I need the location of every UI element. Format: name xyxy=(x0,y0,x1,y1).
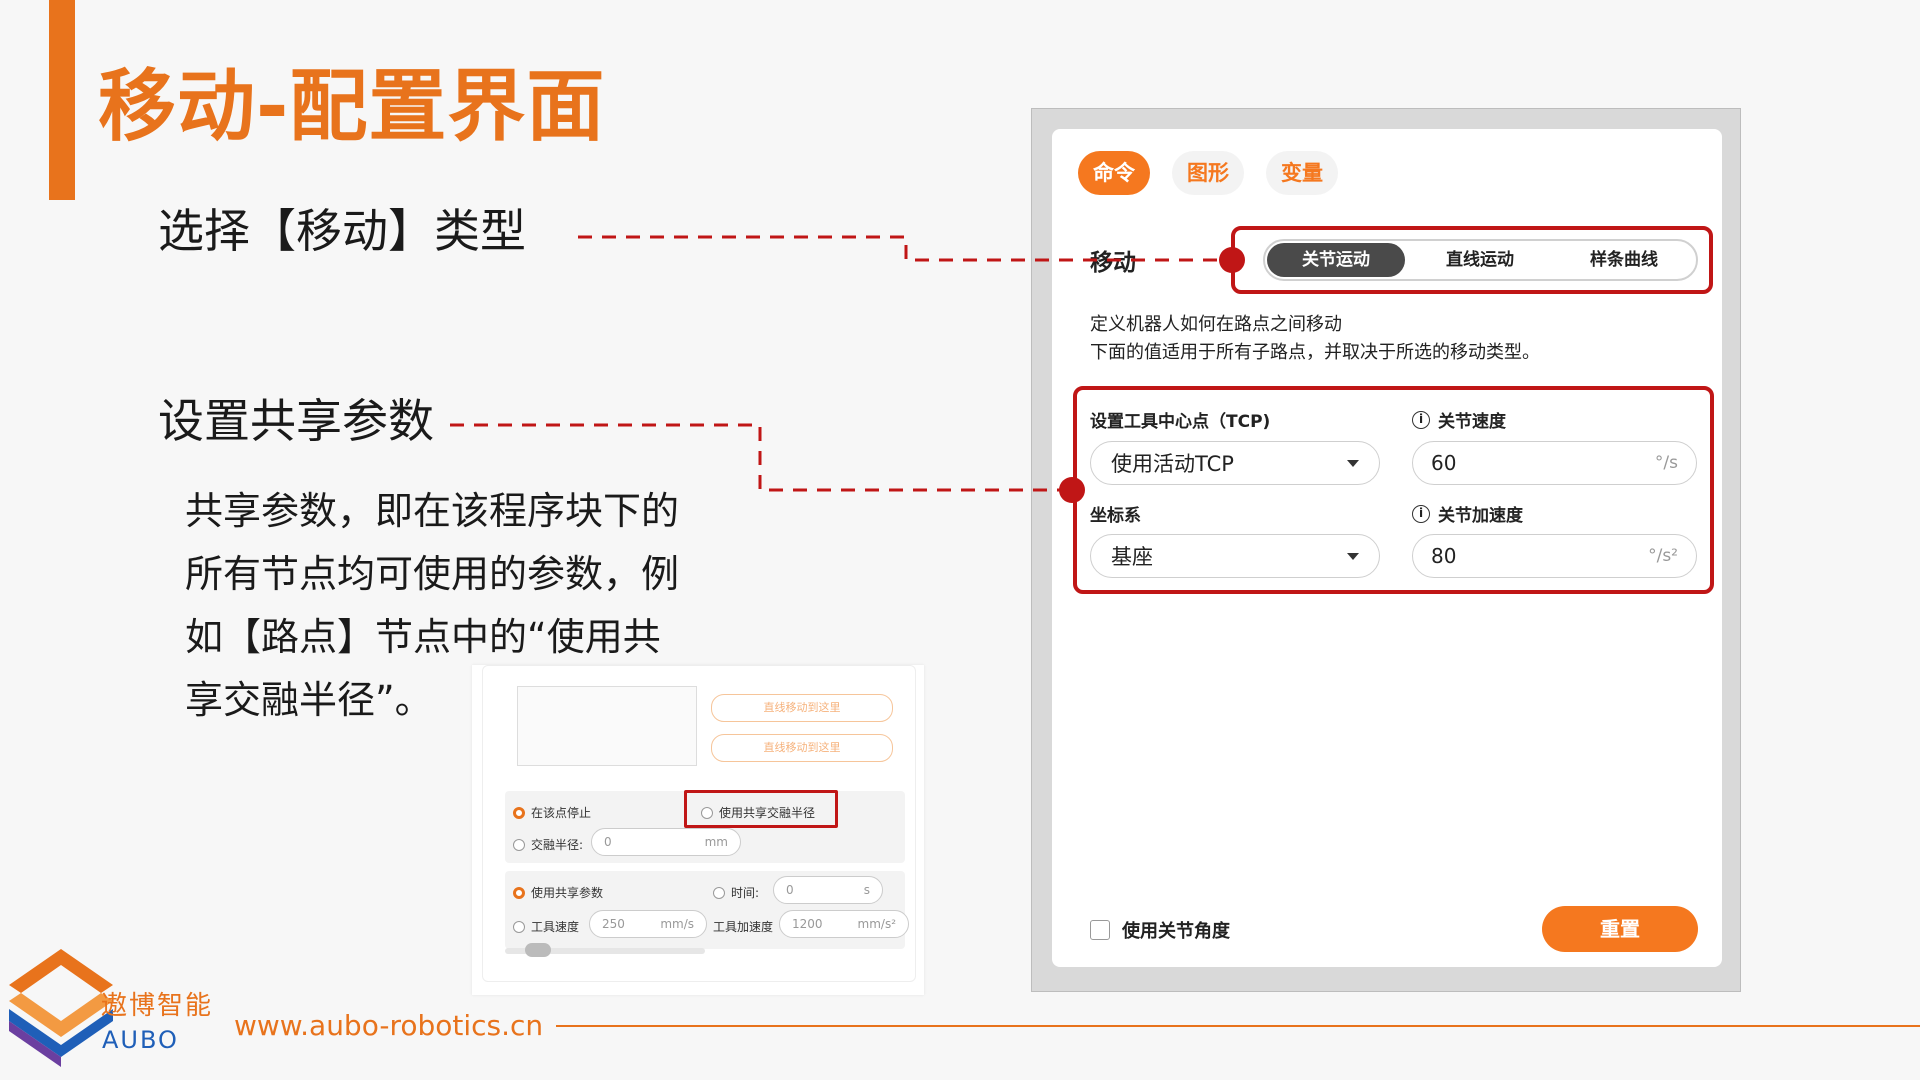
connector-dot xyxy=(1059,477,1085,503)
callout-connectors xyxy=(450,235,1232,492)
connector-dot xyxy=(1219,247,1245,273)
connector-shared-params xyxy=(450,423,1072,492)
connector-move-type xyxy=(578,235,1232,262)
